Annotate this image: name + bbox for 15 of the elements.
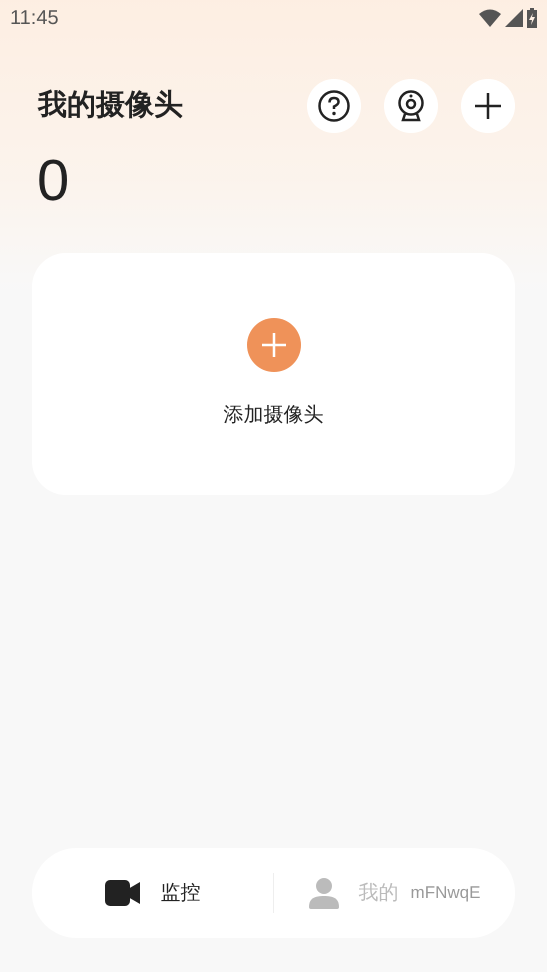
status-time: 11:45	[10, 6, 59, 31]
camera-count: 0	[37, 147, 70, 215]
webcam-icon	[397, 90, 425, 122]
page-title: 我的摄像头	[38, 88, 183, 124]
plus-icon	[475, 93, 501, 119]
signal-icon	[505, 9, 523, 27]
add-camera-card[interactable]: 添加摄像头	[32, 253, 515, 495]
nav-tab[interactable]: 监控	[32, 848, 273, 938]
video-camera-icon	[104, 880, 140, 906]
add-camera-label: 添加摄像头	[224, 403, 324, 428]
user-code: mFNwqE	[410, 882, 480, 904]
person-icon	[308, 877, 339, 909]
wifi-icon	[479, 9, 501, 27]
help-icon	[318, 90, 350, 122]
battery-icon	[527, 8, 537, 28]
